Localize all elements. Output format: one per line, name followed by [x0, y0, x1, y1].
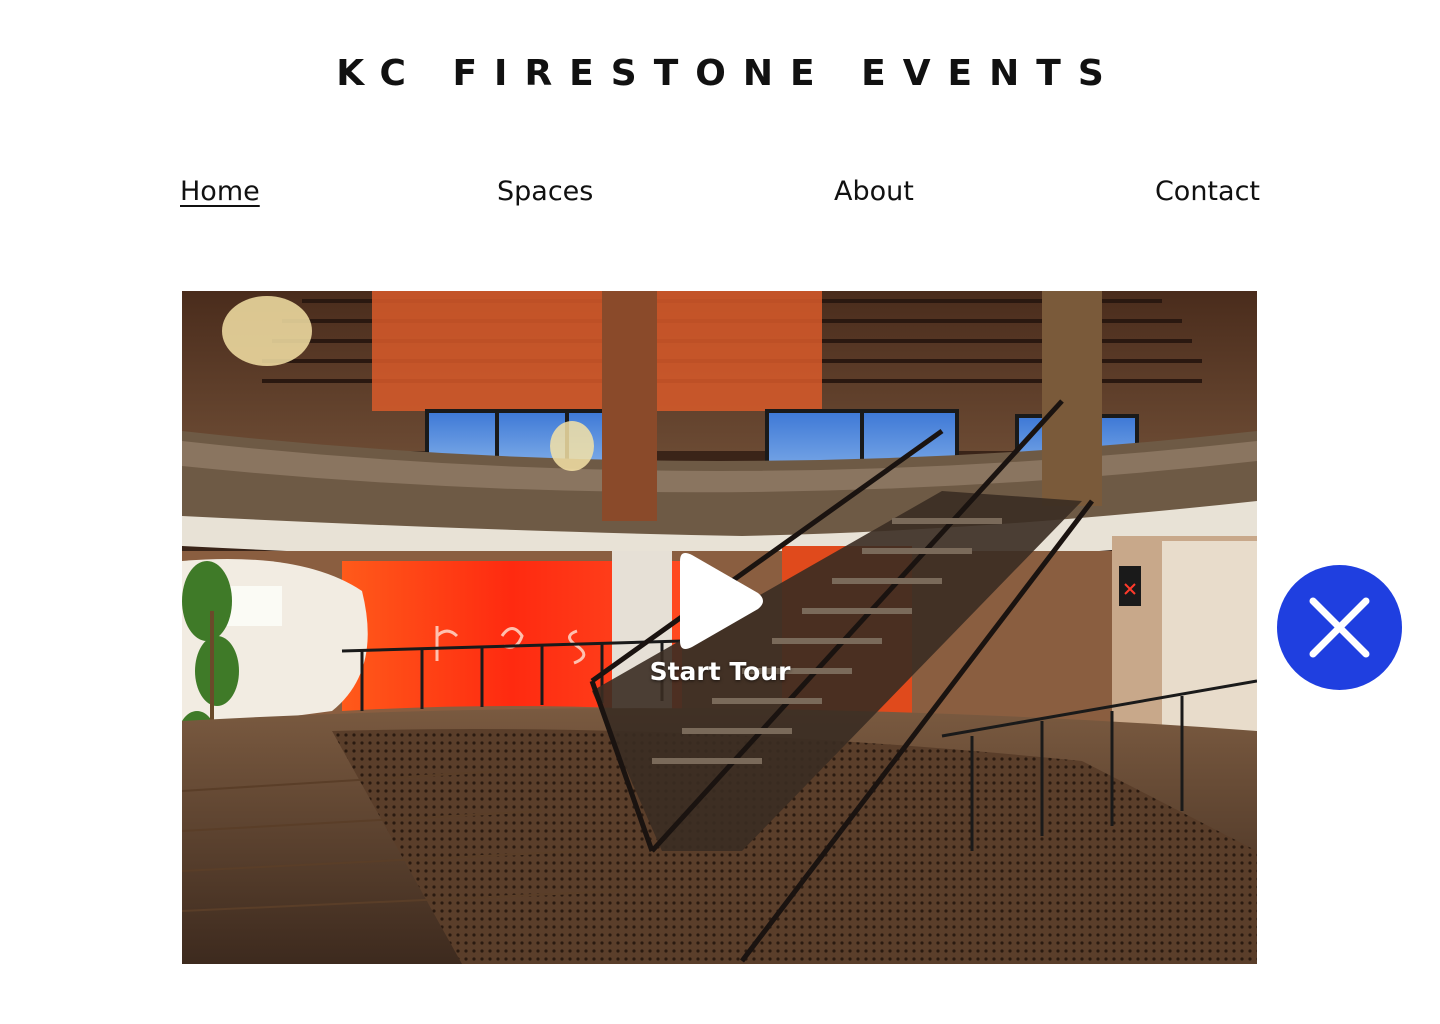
- virtual-tour-viewer[interactable]: Start Tour: [182, 291, 1257, 964]
- start-tour-label: Start Tour: [649, 657, 791, 686]
- nav-item-contact[interactable]: Contact: [1155, 170, 1260, 214]
- close-icon: [1309, 597, 1370, 658]
- page: KC FIRESTONE EVENTS Home Spaces About Co…: [0, 0, 1440, 1024]
- nav-item-about[interactable]: About: [834, 170, 914, 214]
- main-nav: Home Spaces About Contact: [180, 170, 1260, 214]
- close-button[interactable]: [1277, 565, 1402, 690]
- nav-item-spaces[interactable]: Spaces: [497, 170, 593, 214]
- site-title: KC FIRESTONE EVENTS: [336, 53, 1121, 94]
- start-tour-button[interactable]: Start Tour: [620, 549, 820, 699]
- nav-item-home[interactable]: Home: [180, 170, 260, 214]
- play-icon: [680, 553, 763, 649]
